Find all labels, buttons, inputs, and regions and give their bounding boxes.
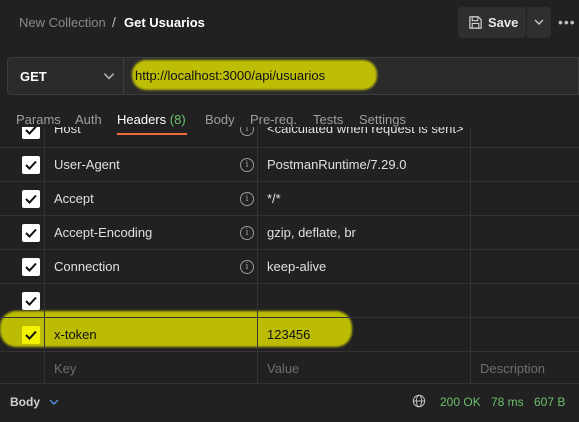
header-key[interactable]: Accept-Encoding bbox=[54, 225, 152, 240]
info-icon[interactable]: i bbox=[240, 260, 254, 274]
header-key[interactable]: x-token bbox=[54, 327, 97, 342]
row-checkbox[interactable] bbox=[22, 258, 40, 276]
check-icon bbox=[25, 262, 37, 272]
info-icon[interactable]: i bbox=[240, 127, 254, 136]
tab-pre-request[interactable]: Pre-req. bbox=[250, 112, 297, 127]
globe-icon[interactable] bbox=[412, 394, 426, 408]
tab-headers-label: Headers bbox=[117, 112, 167, 127]
check-icon bbox=[25, 127, 37, 135]
header-value[interactable]: <calculated when request is sent> bbox=[267, 127, 464, 136]
header-key[interactable]: User-Agent bbox=[54, 157, 120, 172]
table-row-new: Key Value Description bbox=[0, 352, 579, 383]
info-icon[interactable]: i bbox=[240, 226, 254, 240]
table-row: Accept-Encoding i gzip, deflate, br bbox=[0, 216, 579, 250]
breadcrumb-separator: / bbox=[112, 14, 116, 30]
headers-table: Host i <calculated when request is sent>… bbox=[0, 127, 579, 383]
header-value[interactable]: PostmanRuntime/7.29.0 bbox=[267, 157, 406, 172]
row-checkbox[interactable] bbox=[22, 156, 40, 174]
chevron-down-icon bbox=[103, 73, 115, 80]
table-row: Accept i */* bbox=[0, 182, 579, 216]
tab-body[interactable]: Body bbox=[205, 112, 235, 127]
tab-tests[interactable]: Tests bbox=[313, 112, 343, 127]
tab-settings[interactable]: Settings bbox=[359, 112, 406, 127]
info-icon[interactable]: i bbox=[240, 192, 254, 206]
header-value[interactable]: 123456 bbox=[267, 327, 310, 342]
breadcrumb-collection[interactable]: New Collection bbox=[19, 15, 106, 30]
save-button[interactable]: Save bbox=[458, 7, 526, 38]
response-bar: Body 200 OK 78 ms 607 B bbox=[0, 383, 579, 422]
header-key[interactable]: Accept bbox=[54, 191, 94, 206]
table-row bbox=[0, 284, 579, 318]
method-label: GET bbox=[20, 69, 47, 84]
tab-headers-count: (8) bbox=[169, 112, 186, 127]
more-options-button[interactable]: ••• bbox=[558, 14, 576, 30]
row-checkbox[interactable] bbox=[22, 292, 40, 310]
row-checkbox[interactable] bbox=[22, 224, 40, 242]
breadcrumb-request-title[interactable]: Get Usuarios bbox=[124, 15, 205, 30]
table-row: Host i <calculated when request is sent> bbox=[0, 127, 579, 148]
row-checkbox[interactable] bbox=[22, 326, 40, 344]
response-time: 78 ms bbox=[491, 395, 524, 409]
header-key[interactable]: Host bbox=[54, 127, 81, 136]
check-icon bbox=[25, 330, 37, 340]
response-body-label[interactable]: Body bbox=[10, 395, 40, 409]
check-icon bbox=[25, 160, 37, 170]
chevron-down-icon bbox=[534, 19, 544, 25]
save-dropdown-button[interactable] bbox=[526, 7, 551, 38]
method-select[interactable]: GET bbox=[7, 57, 124, 95]
key-placeholder[interactable]: Key bbox=[54, 361, 76, 376]
header-value[interactable]: keep-alive bbox=[267, 259, 326, 274]
info-icon[interactable]: i bbox=[240, 158, 254, 172]
header-value[interactable]: gzip, deflate, br bbox=[267, 225, 356, 240]
response-status: 200 OK bbox=[440, 395, 481, 409]
table-row: x-token 123456 bbox=[0, 318, 579, 352]
save-icon bbox=[469, 16, 482, 29]
check-icon bbox=[25, 228, 37, 238]
check-icon bbox=[25, 194, 37, 204]
url-input[interactable]: http://localhost:3000/api/usuarios bbox=[124, 57, 579, 95]
table-row: User-Agent i PostmanRuntime/7.29.0 bbox=[0, 148, 579, 182]
chevron-down-icon[interactable] bbox=[48, 396, 60, 408]
tab-headers[interactable]: Headers (8) bbox=[117, 112, 186, 127]
save-label: Save bbox=[488, 15, 519, 30]
response-size: 607 B bbox=[534, 395, 566, 409]
value-placeholder[interactable]: Value bbox=[267, 361, 299, 376]
url-text: http://localhost:3000/api/usuarios bbox=[135, 68, 326, 83]
table-row: Connection i keep-alive bbox=[0, 250, 579, 284]
header-key[interactable]: Connection bbox=[54, 259, 120, 274]
row-checkbox[interactable] bbox=[22, 190, 40, 208]
check-icon bbox=[25, 296, 37, 306]
description-placeholder[interactable]: Description bbox=[480, 361, 545, 376]
tab-auth[interactable]: Auth bbox=[75, 112, 102, 127]
top-bar: New Collection / Get Usuarios Save ••• bbox=[0, 0, 579, 46]
tab-params[interactable]: Params bbox=[16, 112, 61, 127]
row-checkbox[interactable] bbox=[22, 127, 40, 139]
header-value[interactable]: */* bbox=[267, 191, 281, 206]
